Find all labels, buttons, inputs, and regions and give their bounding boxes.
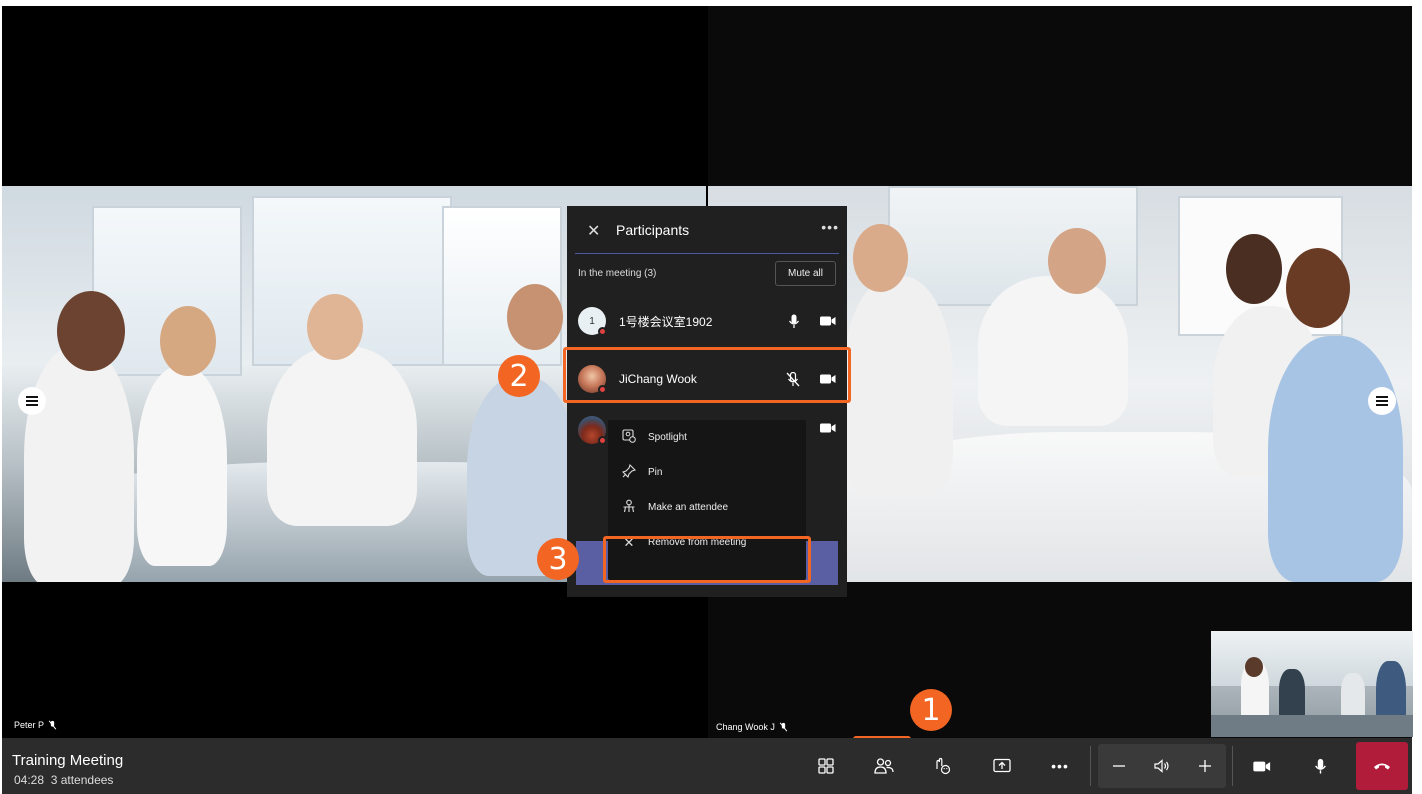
menu-item-pin[interactable]: Pin (608, 455, 806, 490)
spotlight-icon (620, 429, 638, 446)
participant-name-right: Chang Wook J (716, 722, 775, 732)
menu-item-label: Make an attendee (648, 502, 729, 513)
attendee-count: 3 attendees (50, 773, 114, 787)
more-button[interactable]: ••• (1038, 738, 1082, 794)
section-label: In the meeting (3) (578, 267, 657, 279)
self-view-pip[interactable] (1211, 631, 1413, 737)
mic-icon (1314, 758, 1326, 774)
reactions-button[interactable] (920, 738, 964, 794)
hand-raise-icon (936, 757, 951, 775)
grid-layout-icon (818, 758, 834, 774)
camera-icon[interactable] (820, 315, 836, 327)
toolbar-divider (1090, 746, 1091, 786)
mic-muted-icon (48, 720, 57, 730)
menu-item-spotlight[interactable]: Spotlight (608, 420, 806, 455)
microphone-button[interactable] (1298, 738, 1342, 794)
participant-name-left: Peter P (14, 720, 45, 730)
toolbar-divider (1232, 746, 1233, 786)
pin-icon (620, 463, 638, 481)
camera-button[interactable] (1240, 738, 1284, 794)
meeting-title: Training Meeting (12, 752, 124, 769)
in-meeting-section: In the meeting (3) Mute all (567, 254, 847, 292)
speaker-button[interactable] (1141, 744, 1183, 788)
more-options-icon: ••• (1051, 758, 1069, 774)
mute-all-button[interactable]: Mute all (774, 260, 836, 286)
end-call-button[interactable] (1356, 742, 1408, 790)
step-badge-3: 3 (537, 538, 579, 580)
step-badge-2: 2 (498, 355, 540, 397)
avatar-initial: 1 (589, 315, 595, 327)
panel-title: Participants (616, 221, 690, 238)
attendee-icon (620, 499, 638, 516)
volume-control (1098, 744, 1226, 788)
menu-item-make-attendee[interactable]: Make an attendee (608, 490, 806, 525)
speaker-icon (1154, 759, 1169, 773)
layout-button[interactable] (804, 738, 848, 794)
plus-icon (1199, 760, 1211, 772)
tile-name-right: Chang Wook J (716, 722, 788, 732)
camera-icon[interactable] (820, 422, 836, 434)
participants-icon (874, 758, 894, 774)
avatar: 1 (578, 307, 607, 336)
step-badge-1: 1 (910, 689, 952, 731)
panel-header: ✕ Participants ••• (575, 206, 839, 254)
menu-item-label: Spotlight (648, 432, 687, 443)
participant-name: 1号楼会议室1902 (619, 314, 713, 329)
close-icon[interactable]: ✕ (587, 221, 600, 241)
avatar (578, 416, 607, 445)
highlight-remove-item (603, 536, 811, 583)
meeting-duration: 04:28 (14, 773, 45, 787)
camera-icon (1253, 761, 1271, 771)
participants-button[interactable] (860, 738, 908, 794)
highlight-participant-row (563, 347, 851, 403)
share-screen-button[interactable] (980, 738, 1024, 794)
volume-up-button[interactable] (1184, 744, 1226, 788)
meeting-status: 04:28 3 attendees (14, 773, 113, 787)
menu-item-label: Pin (648, 467, 663, 478)
hang-up-icon (1374, 763, 1390, 770)
tile-menu-button-right[interactable] (1368, 387, 1396, 415)
volume-down-button[interactable] (1098, 744, 1140, 788)
more-options-icon[interactable]: ••• (821, 219, 839, 235)
share-screen-icon (993, 758, 1011, 773)
tile-name-left: Peter P (14, 720, 57, 730)
meeting-toolbar: Training Meeting 04:28 3 attendees ••• (2, 738, 1412, 794)
mic-muted-icon (779, 722, 788, 732)
mic-icon[interactable] (788, 314, 800, 329)
tile-menu-button-left[interactable] (18, 387, 46, 415)
minus-icon (1113, 765, 1125, 767)
participant-row[interactable]: 1 1号楼会议室1902 (567, 292, 847, 350)
